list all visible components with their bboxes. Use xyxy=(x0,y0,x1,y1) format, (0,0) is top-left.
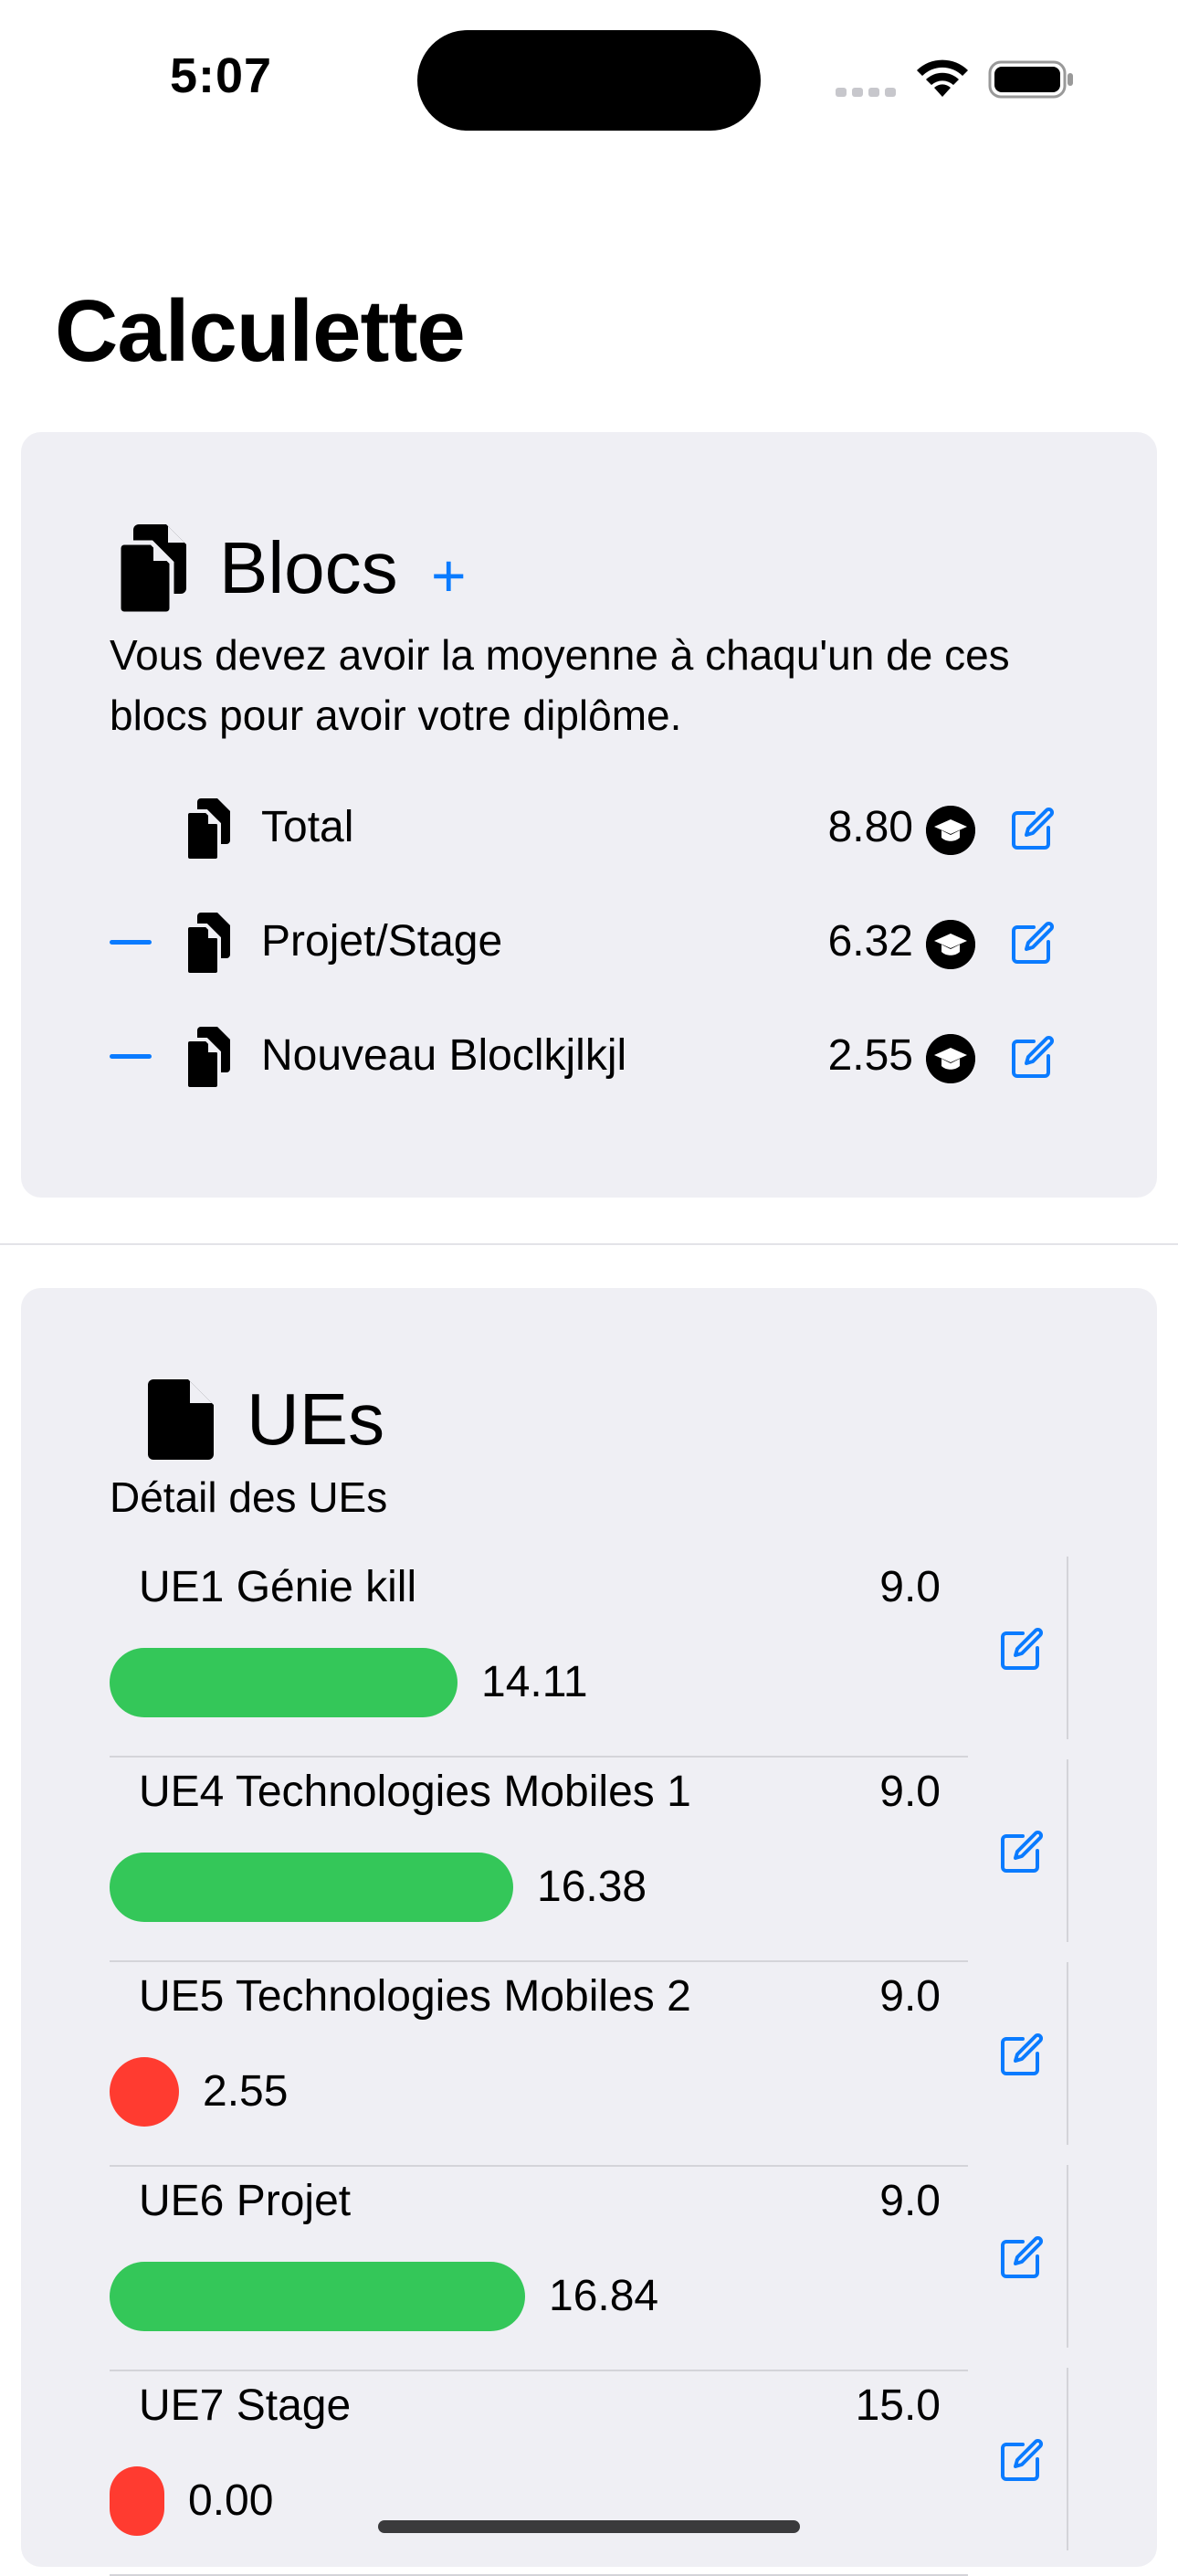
ues-header: UEs xyxy=(146,1378,384,1462)
remove-bloc-button[interactable] xyxy=(110,1054,152,1059)
row-separator xyxy=(1067,2368,1068,2550)
ue-row: UE4 Technologies Mobiles 1 9.0 16.38 xyxy=(110,1758,968,1962)
dynamic-island xyxy=(417,30,761,131)
ue-list: UE1 Génie kill 9.0 14.11 UE4 Technologie… xyxy=(110,1553,968,2576)
status-time: 5:07 xyxy=(170,48,273,103)
bloc-row-total: Total 8.80 xyxy=(110,793,1078,866)
document-icon xyxy=(148,1379,214,1460)
edit-icon[interactable] xyxy=(995,2030,1047,2081)
ue-name: UE6 Projet xyxy=(139,2177,352,2225)
bloc-label: Total xyxy=(261,803,354,851)
add-bloc-button[interactable]: + xyxy=(431,541,467,610)
ues-subtitle: Détail des UEs xyxy=(110,1473,388,1521)
ue-grade-bar xyxy=(110,2057,179,2127)
ue-grade: 14.11 xyxy=(481,1658,588,1706)
graduation-cap-icon xyxy=(926,806,975,855)
ue-name: UE1 Génie kill xyxy=(139,1563,417,1611)
ue-grade-bar xyxy=(110,2466,164,2536)
edit-icon[interactable] xyxy=(995,1827,1047,1878)
documents-icon xyxy=(184,913,230,977)
edit-icon[interactable] xyxy=(1006,804,1057,855)
documents-icon xyxy=(184,798,230,862)
wifi-icon xyxy=(917,59,968,97)
ue-row: UE5 Technologies Mobiles 2 9.0 2.55 xyxy=(110,1962,968,2167)
edit-icon[interactable] xyxy=(995,2435,1047,2486)
ue-row: UE7 Stage 15.0 0.00 xyxy=(110,2371,968,2576)
ue-name: UE5 Technologies Mobiles 2 xyxy=(139,1972,691,2021)
edit-icon[interactable] xyxy=(1006,918,1057,969)
blocs-header: Blocs xyxy=(111,521,398,616)
ue-grade: 16.84 xyxy=(549,2272,659,2320)
ue-name: UE4 Technologies Mobiles 1 xyxy=(139,1768,691,1816)
edit-icon[interactable] xyxy=(995,2233,1047,2284)
bloc-label: Nouveau Bloclkjlkjl xyxy=(261,1031,627,1080)
documents-icon xyxy=(184,1027,230,1091)
status-bar: 5:07 xyxy=(0,0,1178,155)
blocs-description: Vous devez avoir la moyenne à chaqu'un d… xyxy=(110,631,1010,739)
page-title: Calculette xyxy=(55,282,466,380)
ues-title: UEs xyxy=(247,1378,385,1460)
remove-bloc-button[interactable] xyxy=(110,940,152,945)
blocs-title: Blocs xyxy=(219,527,398,608)
graduation-cap-icon xyxy=(926,920,975,969)
documents-icon xyxy=(116,524,186,616)
row-separator xyxy=(1067,1557,1068,1739)
ue-grade: 0.00 xyxy=(188,2476,274,2525)
ue-coefficient: 9.0 xyxy=(879,2177,941,2225)
cellular-signal-icon xyxy=(836,88,899,97)
ue-coefficient: 9.0 xyxy=(879,1563,941,1611)
bloc-average: 8.80 xyxy=(827,803,913,851)
edit-icon[interactable] xyxy=(1006,1032,1057,1083)
edit-icon[interactable] xyxy=(995,1624,1047,1675)
ue-grade: 2.55 xyxy=(203,2067,289,2116)
home-indicator xyxy=(378,2520,800,2533)
bloc-average: 6.32 xyxy=(827,917,913,966)
ue-row: UE6 Projet 9.0 16.84 xyxy=(110,2167,968,2371)
bloc-label: Projet/Stage xyxy=(261,917,503,966)
bloc-row-nouveau: Nouveau Bloclkjlkjl 2.55 xyxy=(110,1021,1078,1094)
ue-coefficient: 9.0 xyxy=(879,1768,941,1816)
ue-name: UE7 Stage xyxy=(139,2381,352,2430)
battery-icon xyxy=(988,60,1073,99)
section-divider xyxy=(0,1243,1178,1245)
ue-coefficient: 15.0 xyxy=(855,2381,941,2430)
ue-coefficient: 9.0 xyxy=(879,1972,941,2021)
ue-row: UE1 Génie kill 9.0 14.11 xyxy=(110,1553,968,1758)
bloc-average: 2.55 xyxy=(827,1031,913,1080)
row-separator xyxy=(1067,2165,1068,2348)
row-separator xyxy=(1067,1962,1068,2145)
graduation-cap-icon xyxy=(926,1034,975,1083)
ue-grade-bar xyxy=(110,2262,525,2331)
bloc-row-projet-stage: Projet/Stage 6.32 xyxy=(110,907,1078,980)
ue-grade-bar xyxy=(110,1648,458,1717)
row-separator xyxy=(1067,1759,1068,1942)
ue-grade: 16.38 xyxy=(537,1863,647,1911)
ue-grade-bar xyxy=(110,1853,513,1922)
